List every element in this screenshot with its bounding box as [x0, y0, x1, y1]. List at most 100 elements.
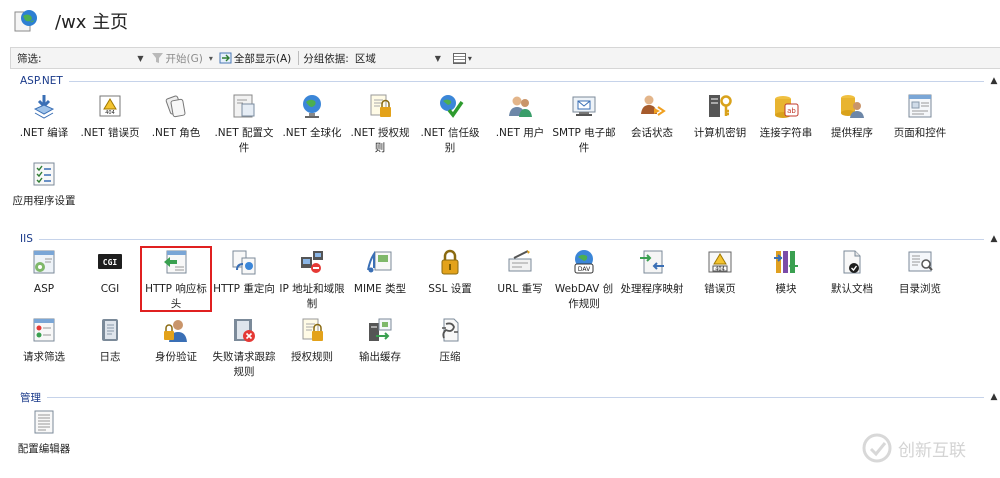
- group-by-value: 区域: [354, 52, 376, 65]
- feature-label: URL 重写: [497, 283, 543, 295]
- feature-net-trust-levels[interactable]: .NET 信任级别: [416, 92, 484, 154]
- feature-asp[interactable]: ASP: [10, 248, 78, 310]
- feature-output-caching[interactable]: 输出缓存: [346, 316, 414, 378]
- feature-url-rewrite[interactable]: URL 重写: [486, 248, 554, 310]
- feature-default-document[interactable]: 默认文档: [818, 248, 886, 310]
- ssl-settings-icon: [441, 249, 459, 275]
- chevron-down-icon: ▼: [434, 53, 441, 63]
- feature-mime-types[interactable]: MIME 类型: [346, 248, 414, 310]
- svg-text:DAV: DAV: [578, 266, 591, 273]
- feature-cgi[interactable]: CGI CGI: [76, 248, 144, 310]
- feature-request-filtering[interactable]: 请求筛选: [10, 316, 78, 378]
- feature-authentication[interactable]: 身份验证: [142, 316, 210, 378]
- svg-text:CGI: CGI: [103, 258, 118, 267]
- feature-label: ASP: [33, 283, 55, 295]
- net-error-pages-icon: 404: [99, 95, 121, 117]
- feature-label: 会话状态: [631, 127, 673, 139]
- group-divider: [38, 238, 984, 240]
- feature-net-profile[interactable]: .NET 配置文件: [210, 92, 278, 154]
- start-dropdown-arrow-icon[interactable]: ▾: [209, 54, 213, 63]
- feature-logging[interactable]: 日志: [76, 316, 144, 378]
- feature-session-state[interactable]: 会话状态: [618, 92, 686, 154]
- feature-label: SMTP 电子邮件: [552, 127, 616, 154]
- group-header-management: 管理 ▲: [10, 390, 1000, 404]
- feature-modules[interactable]: 模块: [752, 248, 820, 310]
- feature-label: 连接字符串: [759, 127, 813, 139]
- group-label: ASP.NET: [20, 75, 63, 87]
- feature-net-authorization[interactable]: .NET 授权规则: [346, 92, 414, 154]
- net-profile-icon: [233, 94, 255, 118]
- feature-machine-key[interactable]: 计算机密钥: [686, 92, 754, 154]
- group-by-label: 分组依据:: [303, 52, 349, 65]
- feature-providers[interactable]: 提供程序: [818, 92, 886, 154]
- feature-pages-controls[interactable]: 页面和控件: [886, 92, 954, 154]
- net-users-icon: [509, 96, 532, 117]
- net-authorization-icon: [370, 94, 391, 117]
- watermark-text: 创新互联: [898, 440, 966, 461]
- feature-http-redirect[interactable]: HTTP 重定向: [210, 248, 278, 310]
- directory-browsing-icon: [908, 251, 933, 272]
- compression-icon: [442, 318, 459, 342]
- default-document-icon: [843, 250, 861, 274]
- logging-icon: [102, 319, 118, 341]
- feature-directory-browsing[interactable]: 目录浏览: [886, 248, 954, 310]
- feature-label: 页面和控件: [893, 127, 947, 139]
- feature-compression[interactable]: 压缩: [416, 316, 484, 378]
- feature-connection-strings[interactable]: ab 连接字符串: [752, 92, 820, 154]
- feature-label: 模块: [775, 283, 797, 295]
- watermark-logo-icon: [862, 433, 892, 463]
- output-caching-icon: [369, 318, 392, 341]
- feature-label: 提供程序: [831, 127, 873, 139]
- view-dropdown-arrow-icon: ▾: [467, 53, 472, 63]
- feature-authorization-rules[interactable]: 授权规则: [278, 316, 346, 378]
- feature-handler-mappings[interactable]: 处理程序映射: [618, 248, 686, 310]
- group-divider: [47, 396, 984, 398]
- filter-toolbar: 筛选: ▼ 开始(G) ▾ 全部显示(A) 分组依据: 区域 ▼ ▾: [10, 47, 1000, 69]
- feature-label: 配置编辑器: [17, 443, 71, 455]
- feature-label: .NET 全球化: [282, 127, 342, 139]
- collapse-chevron-icon[interactable]: ▲: [988, 234, 1000, 244]
- feature-label: 错误页: [704, 283, 736, 295]
- start-filter-label: 开始(G): [165, 52, 203, 65]
- feature-label: WebDAV 创作规则: [554, 283, 614, 310]
- feature-net-roles[interactable]: .NET 角色: [142, 92, 210, 154]
- show-all-button[interactable]: 全部显示(A): [216, 51, 294, 66]
- cgi-icon: CGI: [98, 254, 122, 269]
- view-mode-button[interactable]: ▾: [452, 52, 472, 64]
- feature-ip-domain-restrictions[interactable]: IP 地址和域限制: [278, 248, 346, 310]
- connection-strings-icon: ab: [775, 96, 799, 118]
- feature-ssl-settings[interactable]: SSL 设置: [416, 248, 484, 310]
- feature-label: CGI: [100, 283, 120, 295]
- collapse-chevron-icon[interactable]: ▲: [988, 392, 1000, 402]
- feature-http-response-headers[interactable]: HTTP 响应标头: [140, 246, 212, 312]
- webdav-icon: DAV: [574, 250, 594, 274]
- feature-net-error-pages[interactable]: 404 .NET 错误页: [76, 92, 144, 154]
- feature-label: IP 地址和域限制: [279, 283, 345, 310]
- http-response-headers-icon: [164, 250, 187, 274]
- funnel-icon: [151, 53, 163, 63]
- feature-webdav[interactable]: DAV WebDAV 创作规则: [550, 248, 618, 310]
- feature-net-compile[interactable]: .NET 编译: [10, 92, 78, 154]
- authorization-rules-icon: [302, 318, 323, 341]
- feature-net-users[interactable]: .NET 用户: [486, 92, 554, 154]
- filter-input[interactable]: ▼: [42, 49, 148, 67]
- feature-label: 授权规则: [291, 351, 333, 363]
- page-title: /wx 主页: [55, 12, 129, 33]
- feature-label: 输出缓存: [359, 351, 401, 363]
- feature-net-globalization[interactable]: .NET 全球化: [278, 92, 346, 154]
- feature-failed-request-tracing[interactable]: 失败请求跟踪规则: [210, 316, 278, 378]
- start-filter-button[interactable]: 开始(G): [148, 51, 206, 66]
- collapse-chevron-icon[interactable]: ▲: [988, 76, 1000, 86]
- asp-icon: [33, 250, 55, 274]
- feature-configuration-editor[interactable]: 配置编辑器: [10, 408, 78, 470]
- group-by-select[interactable]: 区域 ▼: [349, 49, 445, 67]
- feature-app-settings[interactable]: 应用程序设置: [10, 160, 78, 222]
- feature-smtp-email[interactable]: SMTP 电子邮件: [550, 92, 618, 154]
- pages-controls-icon: [908, 94, 932, 118]
- svg-text:404: 404: [105, 110, 115, 116]
- providers-icon: [841, 95, 864, 118]
- feature-label: 日志: [99, 351, 121, 363]
- feature-label: 应用程序设置: [12, 195, 76, 207]
- feature-error-pages[interactable]: 404 错误页: [686, 248, 754, 310]
- session-state-icon: [641, 95, 666, 116]
